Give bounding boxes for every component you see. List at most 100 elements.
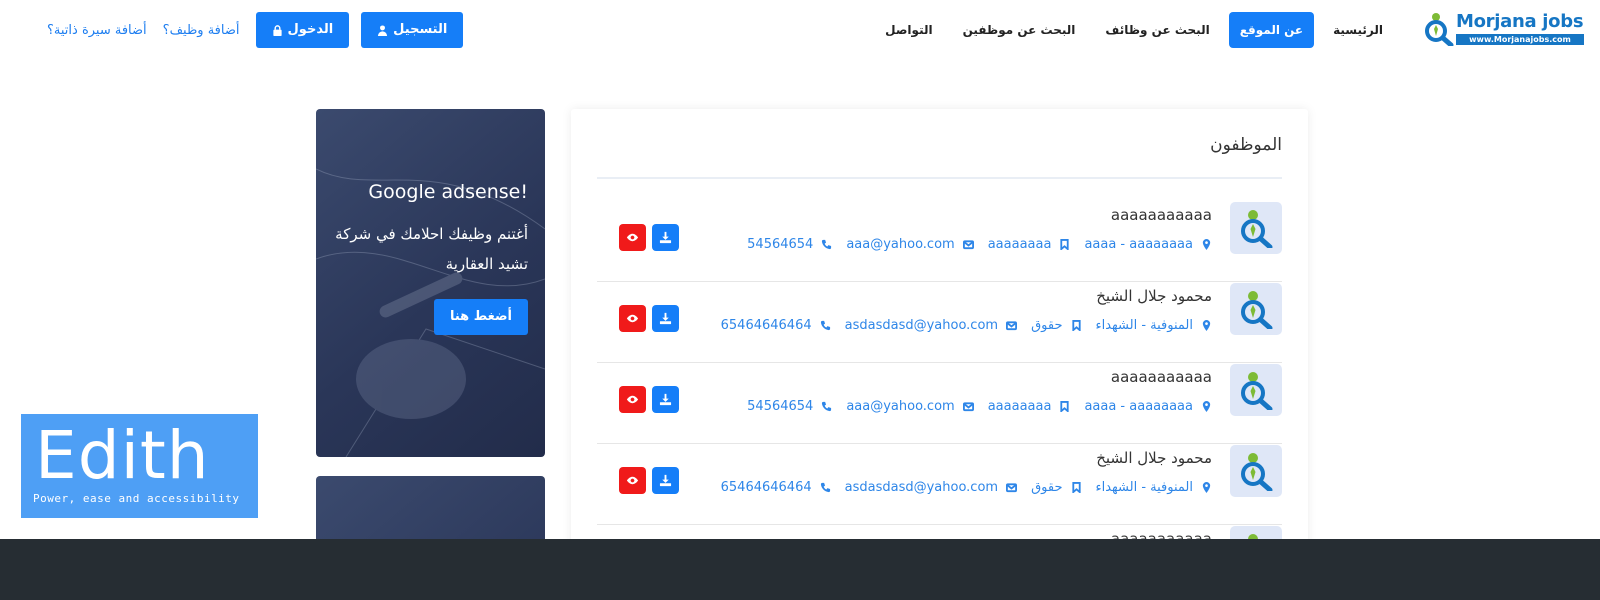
employee-row: aaaaaaaaaaa aaaa - aaaaaaaa aaaaaaaa aaa@ya…: [597, 364, 1282, 444]
employee-actions: [619, 224, 685, 251]
map-marker-icon: [1202, 401, 1211, 412]
employee-meta: المنوفية - الشهداء حقوق asdasdasd@yahoo.co…: [707, 318, 1212, 333]
bookmark-icon: [1071, 320, 1081, 331]
download-icon: [659, 393, 672, 406]
employee-email-text: asdasdasd@yahoo.com: [844, 318, 999, 333]
eye-icon: [626, 476, 639, 485]
nav-search-employees[interactable]: البحث عن موظفين: [952, 12, 1087, 48]
employee-location: المنوفية - الشهداء: [1096, 318, 1213, 333]
employee-field-text: حقوق: [1031, 480, 1063, 495]
employee-avatar: [1230, 202, 1282, 254]
employee-name[interactable]: aaaaaaaaaaa: [1111, 368, 1212, 386]
nav-about[interactable]: عن الموقع: [1228, 12, 1315, 48]
logo-icon: [1425, 13, 1454, 46]
employee-phone: 65464646464: [721, 318, 831, 333]
eye-icon: [626, 314, 639, 323]
register-button[interactable]: التسجيل: [361, 12, 464, 48]
login-label: الدخول: [287, 22, 334, 37]
employee-avatar-icon: [1241, 210, 1273, 248]
employee-avatar-icon: [1241, 453, 1273, 491]
add-job-link[interactable]: أضافة وظيف؟: [163, 23, 240, 38]
employee-actions: [619, 467, 685, 494]
employee-row: محمود جلال الشيخ المنوفية - الشهداء حقوق as…: [597, 445, 1282, 525]
download-cv-button[interactable]: [652, 224, 679, 251]
ad-text: أغتنم وظيفك احلامك في شركة تشيد العقارية: [335, 225, 528, 273]
envelope-icon: [962, 402, 974, 412]
view-button[interactable]: [619, 386, 646, 413]
footer-bar: [0, 539, 1600, 600]
employee-field: aaaaaaaa: [988, 237, 1071, 252]
employee-name[interactable]: محمود جلال الشيخ: [1096, 287, 1212, 305]
employee-name[interactable]: aaaaaaaaaaa: [1111, 206, 1212, 224]
nav-contact[interactable]: التواصل: [874, 12, 943, 48]
employee-avatar-icon: [1241, 291, 1273, 329]
employee-field-text: aaaaaaaa: [987, 399, 1052, 414]
employee-field: حقوق: [1031, 480, 1081, 495]
employee-location-text: المنوفية - الشهداء: [1095, 318, 1194, 333]
view-button[interactable]: [619, 305, 646, 332]
employee-location-text: aaaa - aaaaaaaa: [1084, 399, 1193, 414]
card-title: الموظفون: [1210, 135, 1282, 155]
map-marker-icon: [1202, 320, 1211, 331]
view-button[interactable]: [619, 467, 646, 494]
eye-icon: [626, 233, 639, 242]
register-label: التسجيل: [393, 22, 448, 37]
edith-subtitle: Power, ease and accessibility: [33, 492, 240, 505]
edith-accessibility-widget[interactable]: Edith Power, ease and accessibility: [21, 414, 258, 518]
envelope-icon: [962, 240, 974, 250]
employee-phone: 54564654: [747, 237, 832, 252]
employee-name[interactable]: محمود جلال الشيخ: [1096, 449, 1212, 467]
ad-cta-button[interactable]: أضغط هنا: [433, 299, 528, 335]
top-navbar: Morjana jobs www.Morjanajobs.com الرئيسي…: [0, 0, 1600, 60]
employee-location: المنوفية - الشهداء: [1096, 480, 1213, 495]
ad-title: Google adsense!: [368, 181, 528, 203]
employee-phone-text: 65464646464: [720, 480, 812, 495]
employee-email: aaa@yahoo.com: [846, 399, 974, 414]
employee-phone: 54564654: [747, 399, 832, 414]
download-cv-button[interactable]: [652, 386, 679, 413]
employee-row: aaaaaaaaaaa aaaa - aaaaaaaa aaaaaaaa aaa@ya…: [597, 202, 1282, 282]
employee-phone-text: 54564654: [747, 237, 814, 252]
employee-avatar-icon: [1241, 372, 1273, 410]
employee-location-text: aaaa - aaaaaaaa: [1084, 237, 1193, 252]
add-cv-link[interactable]: أضافة سيرة ذاتية؟: [47, 23, 147, 38]
download-icon: [659, 312, 672, 325]
brand-subtitle: www.Morjanajobs.com: [1456, 34, 1584, 45]
map-marker-icon: [1202, 239, 1211, 250]
employee-avatar: [1230, 445, 1282, 497]
auth-area: أضافة سيرة ذاتية؟ أضافة وظيف؟ الدخول الت…: [47, 12, 475, 48]
bookmark-icon: [1060, 239, 1070, 250]
login-button[interactable]: الدخول: [255, 12, 350, 48]
bookmark-icon: [1071, 482, 1081, 493]
employees-card: الموظفون aaaaaaaaaaa aaaa - aaaaaaaa aaaaa…: [571, 109, 1308, 589]
edith-title: Edith: [35, 417, 210, 494]
ad-banner: Google adsense! أغتنم وظيفك احلامك في شر…: [316, 109, 545, 457]
bookmark-icon: [1060, 401, 1070, 412]
employee-meta: aaaa - aaaaaaaa aaaaaaaa aaa@yahoo.com 5456…: [733, 237, 1212, 252]
employee-meta: المنوفية - الشهداء حقوق asdasdasd@yahoo.co…: [707, 480, 1212, 495]
nav-home[interactable]: الرئيسية: [1322, 12, 1394, 48]
nav-search-jobs[interactable]: البحث عن وظائف: [1094, 12, 1220, 48]
user-icon: [378, 24, 388, 36]
employee-field: aaaaaaaa: [988, 399, 1071, 414]
phone-icon: [820, 320, 830, 331]
employee-email: asdasdasd@yahoo.com: [844, 480, 1018, 495]
employee-email-text: aaa@yahoo.com: [846, 399, 955, 414]
employee-actions: [619, 305, 685, 332]
employee-location-text: المنوفية - الشهداء: [1095, 480, 1194, 495]
brand-logo[interactable]: Morjana jobs www.Morjanajobs.com: [1424, 10, 1584, 46]
employee-email: aaa@yahoo.com: [846, 237, 974, 252]
download-icon: [659, 474, 672, 487]
download-cv-button[interactable]: [652, 305, 679, 332]
phone-icon: [820, 482, 830, 493]
download-cv-button[interactable]: [652, 467, 679, 494]
ad-background-image: [316, 168, 545, 457]
employee-phone-text: 54564654: [747, 399, 814, 414]
download-icon: [659, 231, 672, 244]
employee-email-text: asdasdasd@yahoo.com: [844, 480, 999, 495]
employee-location: aaaa - aaaaaaaa: [1084, 399, 1212, 414]
employee-field-text: حقوق: [1031, 318, 1063, 333]
employee-email-text: aaa@yahoo.com: [846, 237, 955, 252]
view-button[interactable]: [619, 224, 646, 251]
employee-phone: 65464646464: [721, 480, 831, 495]
